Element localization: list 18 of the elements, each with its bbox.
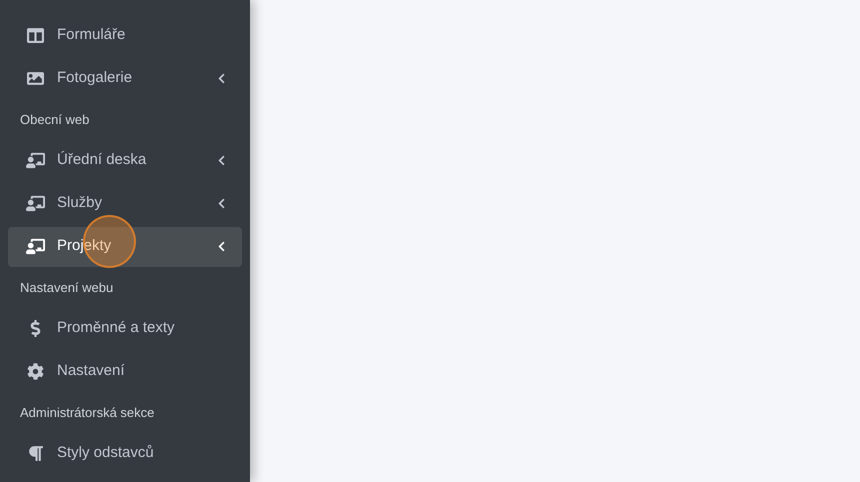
section-header: Administrátorská sekce: [20, 404, 154, 422]
paragraph-icon: [26, 445, 45, 462]
sidebar-item[interactable]: Styly odstavců: [8, 434, 242, 474]
presenter-icon: [26, 152, 45, 169]
sidebar-item[interactable]: Proměnné a texty: [8, 308, 242, 348]
presenter-icon: [26, 195, 45, 212]
sidebar-item[interactable]: Úřední deska: [8, 140, 242, 180]
image-icon: [26, 70, 45, 87]
sidebar-item[interactable]: Formuláře: [8, 16, 242, 56]
settings-icon: [26, 363, 45, 380]
section-header: Nastavení webu: [20, 278, 114, 297]
sidebar-item[interactable]: Nastavení: [8, 352, 242, 392]
section-header: Obecní web: [20, 110, 90, 129]
sidebar-item[interactable]: Projekty: [8, 226, 242, 266]
sidebar-item[interactable]: Fotogalerie: [8, 58, 242, 98]
columns-icon: [26, 27, 45, 44]
sidebar-item[interactable]: Služby: [8, 184, 242, 224]
presenter-icon: [26, 238, 45, 255]
